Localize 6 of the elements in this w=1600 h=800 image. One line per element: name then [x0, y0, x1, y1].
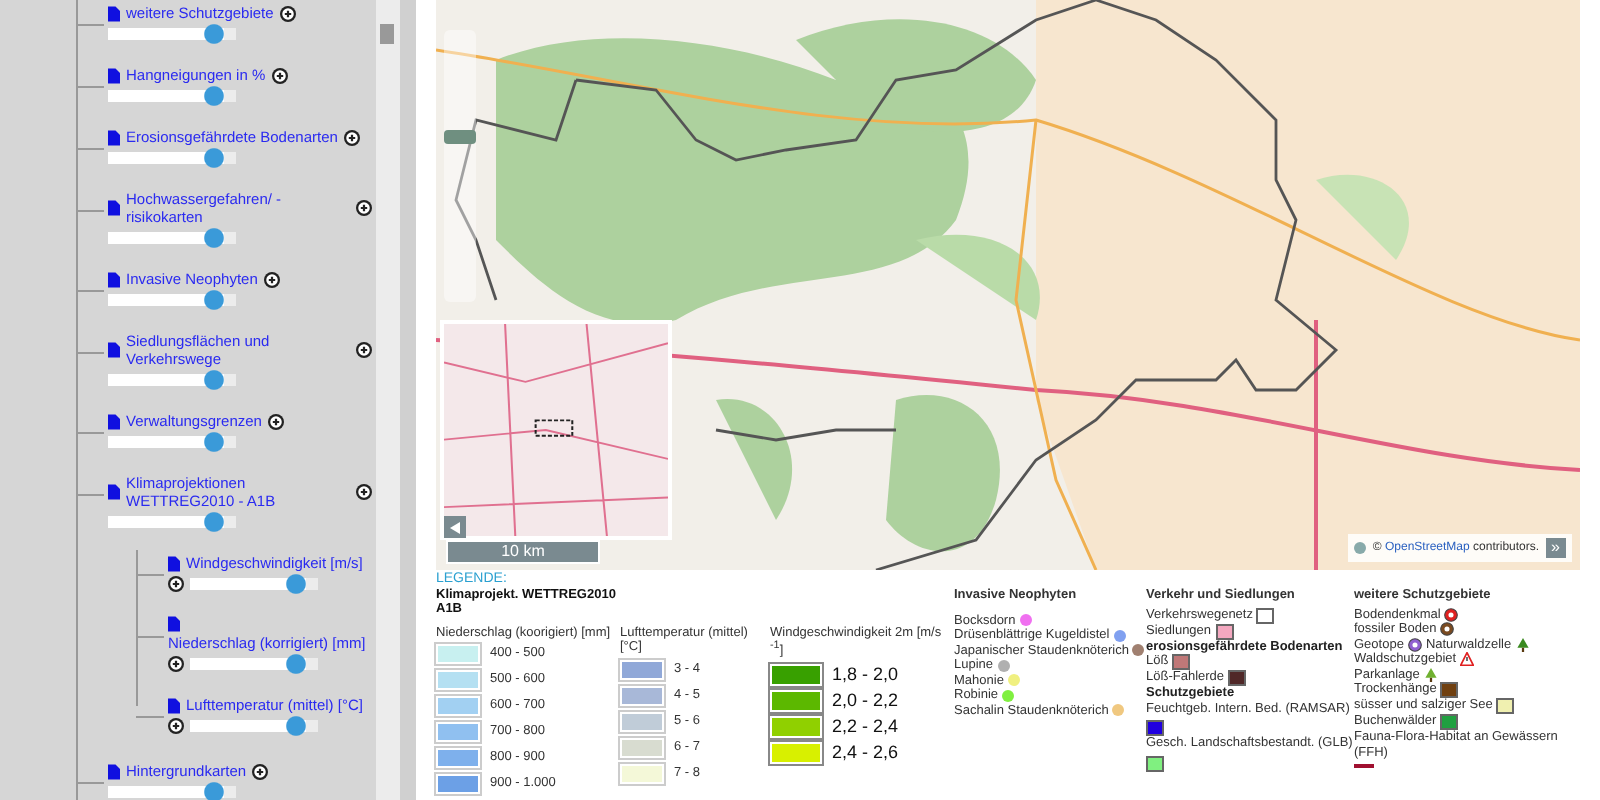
legend-label: 2,2 - 2,4	[832, 716, 899, 737]
legend-label: 2,4 - 2,6	[832, 742, 899, 763]
scale-bar: 10 km	[446, 540, 600, 564]
legend-label: 2,0 - 2,2	[832, 690, 899, 711]
expand-button[interactable]: »	[1545, 538, 1566, 558]
legend-label: 1,8 - 2,0	[832, 664, 899, 685]
